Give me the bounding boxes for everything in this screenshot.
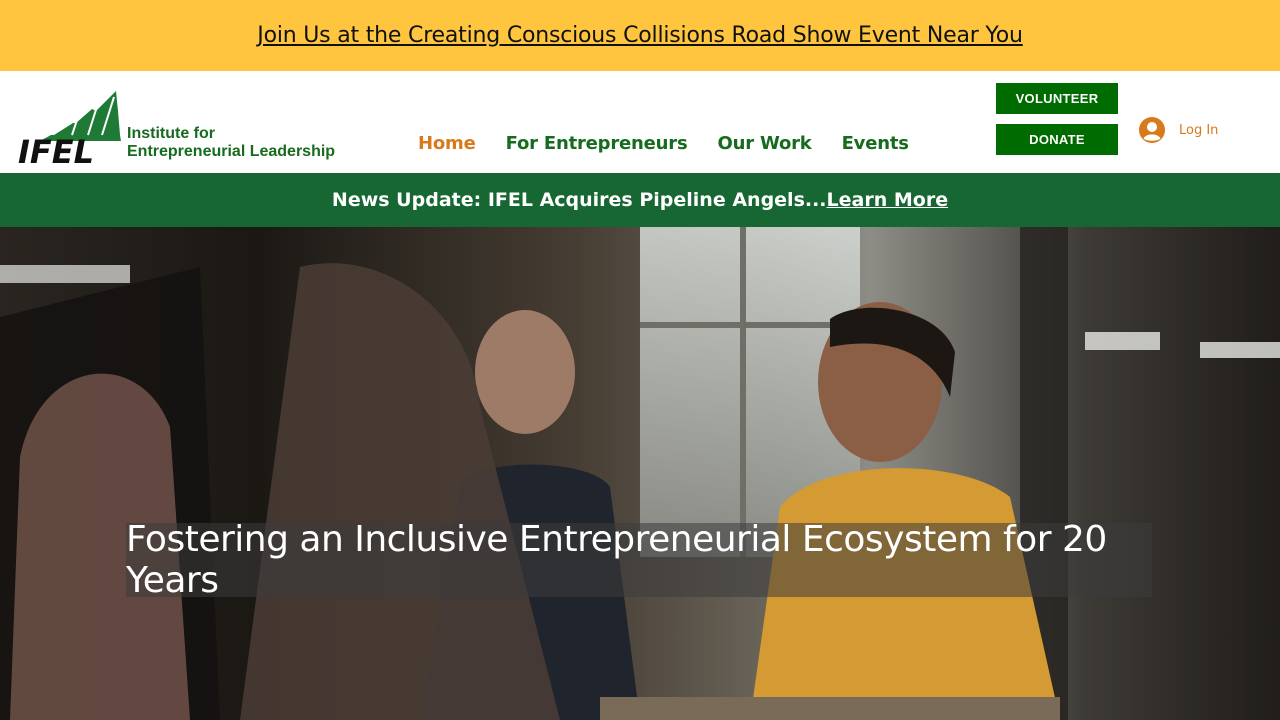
announcement-link[interactable]: Join Us at the Creating Conscious Collis…	[257, 23, 1023, 48]
volunteer-button[interactable]: VOLUNTEER	[996, 83, 1118, 114]
announcement-banner: Join Us at the Creating Conscious Collis…	[0, 0, 1280, 71]
ifel-logo[interactable]: IFEL	[18, 89, 123, 165]
main-nav: Home For Entrepreneurs Our Work Events	[418, 133, 909, 154]
nav-for-entrepreneurs[interactable]: For Entrepreneurs	[506, 133, 688, 154]
hero-photo	[0, 227, 1280, 720]
logo-line-1: Institute for	[127, 125, 215, 142]
logo-mark: IFEL	[18, 133, 94, 165]
news-text: News Update: IFEL Acquires Pipeline Ange…	[331, 189, 827, 211]
hero-caption: Fostering an Inclusive Entrepreneurial E…	[126, 519, 1152, 601]
nav-home[interactable]: Home	[418, 133, 476, 154]
hero-section: Fostering an Inclusive Entrepreneurial E…	[0, 227, 1280, 720]
login-button[interactable]: Log In	[1139, 117, 1218, 143]
user-avatar-icon	[1139, 117, 1165, 143]
donate-button[interactable]: DONATE	[996, 124, 1118, 155]
site-header: IFEL Institute for Entrepreneurial Leade…	[0, 71, 1280, 173]
nav-events[interactable]: Events	[842, 133, 909, 154]
logo-line-2: Entrepreneurial Leadership	[127, 143, 336, 160]
nav-our-work[interactable]: Our Work	[717, 133, 811, 154]
logo-wordmark[interactable]: Institute for Entrepreneurial Leadership	[127, 125, 335, 161]
news-update-bar: News Update: IFEL Acquires Pipeline Ange…	[0, 173, 1280, 227]
login-label: Log In	[1179, 122, 1219, 138]
learn-more-link[interactable]: Learn More	[827, 189, 949, 211]
